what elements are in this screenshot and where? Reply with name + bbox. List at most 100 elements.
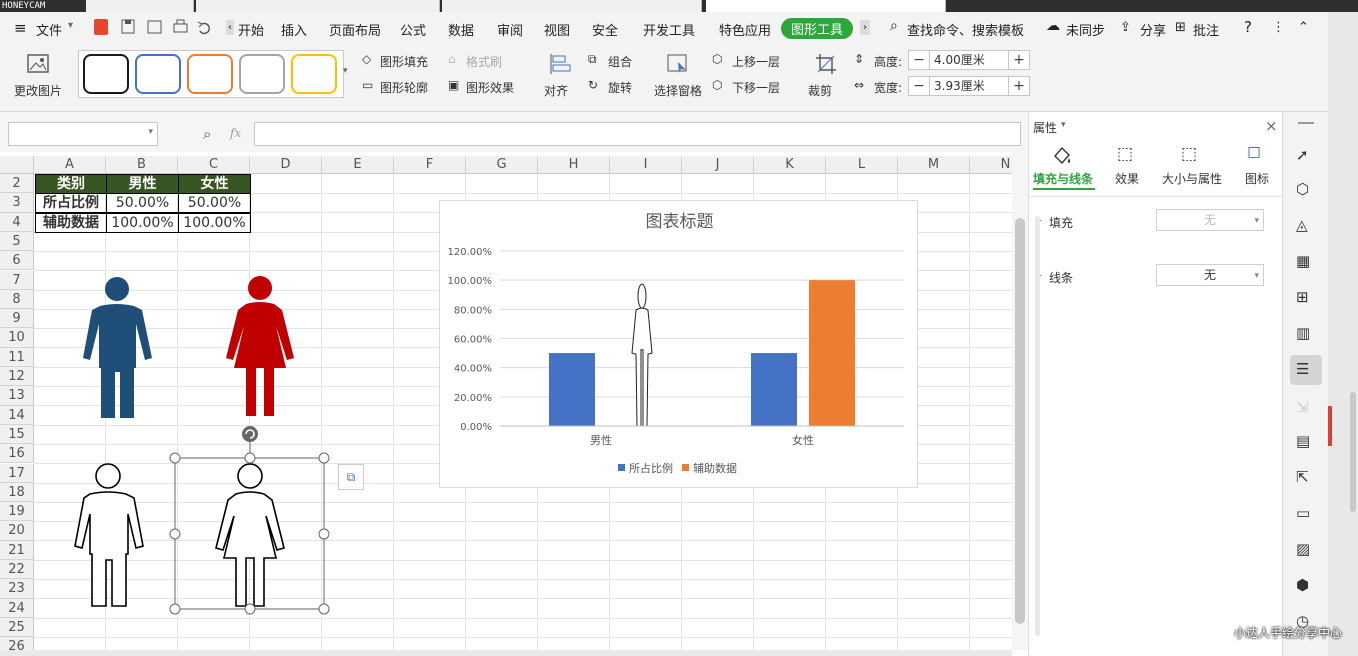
chevron-down-icon[interactable]: ▾ xyxy=(148,127,153,137)
share-button[interactable]: 分享 xyxy=(1140,20,1166,39)
row-header-22[interactable]: 22 xyxy=(0,560,34,580)
height-input[interactable]: 4.00厘米 xyxy=(929,51,1009,69)
layout-options-icon[interactable]: ⧉ xyxy=(338,464,364,490)
tab-effects[interactable]: 效果 xyxy=(1115,170,1139,187)
row-header-20[interactable]: 20 xyxy=(0,521,34,541)
row-header-18[interactable]: 18 xyxy=(0,482,34,503)
row-header-3[interactable]: 3 xyxy=(0,193,34,213)
row-header-5[interactable]: 5 xyxy=(0,231,34,252)
row-header-21[interactable]: 21 xyxy=(0,540,34,560)
help-icon[interactable]: ? xyxy=(1244,18,1252,36)
format-brush-button[interactable]: 格式刷 xyxy=(466,53,502,70)
row-header-24[interactable]: 24 xyxy=(0,598,34,618)
table-cell-c3[interactable]: 50.00% xyxy=(178,193,251,213)
column-header-c[interactable]: C xyxy=(178,156,250,174)
fill-section-label[interactable]: 填充 xyxy=(1049,214,1073,231)
bring-forward-button[interactable]: 上移一层 xyxy=(732,53,780,70)
gallery-icon[interactable]: ▤ xyxy=(1296,432,1316,452)
archive-icon[interactable]: ▭ xyxy=(1296,504,1316,524)
apps-icon[interactable]: ⊞ xyxy=(1296,288,1316,308)
column-header-l[interactable]: L xyxy=(826,156,898,174)
shapes-icon[interactable]: ⬡ xyxy=(1296,180,1316,200)
column-header-g[interactable]: G xyxy=(466,156,538,174)
row-header-25[interactable]: 25 xyxy=(0,617,34,638)
row-header-9[interactable]: 9 xyxy=(0,309,34,329)
tab-data[interactable]: 数据 xyxy=(448,20,474,39)
table-cell-c4[interactable]: 100.00% xyxy=(178,213,251,233)
shape-selection-frame[interactable] xyxy=(168,424,334,616)
crop-button[interactable]: 裁剪 xyxy=(808,82,832,99)
row-header-12[interactable]: 12 xyxy=(0,367,34,387)
scrollbar-thumb[interactable] xyxy=(1015,218,1025,624)
shield-icon[interactable]: ⬢ xyxy=(1296,576,1316,596)
table-cell-b4[interactable]: 100.00% xyxy=(106,213,179,233)
collapse-ribbon-icon[interactable]: ⌃ xyxy=(1298,20,1309,35)
layers-icon[interactable]: ◬ xyxy=(1296,216,1316,236)
row-header-15[interactable]: 15 xyxy=(0,424,34,445)
sync-status[interactable]: 未同步 xyxy=(1066,20,1105,39)
shape-style-2[interactable] xyxy=(135,54,181,94)
row-header-2[interactable]: 2 xyxy=(0,174,34,194)
tab-security[interactable]: 安全 xyxy=(592,20,618,39)
male-figure-filled[interactable] xyxy=(82,276,154,422)
gallery-more-icon[interactable]: ▾ xyxy=(343,66,348,76)
panel-scrollbar[interactable] xyxy=(1035,216,1040,636)
column-header-i[interactable]: I xyxy=(610,156,682,174)
row-header-17[interactable]: 17 xyxy=(0,463,34,483)
chart-area[interactable]: 图表标题 0.00% 20.00% 40.00% 60.00% 80.00% 100.00%… xyxy=(439,200,918,488)
width-stepper[interactable]: − 3.93厘米 + xyxy=(908,76,1030,96)
column-header-e[interactable]: E xyxy=(322,156,394,174)
row-header-7[interactable]: 7 xyxy=(0,270,34,290)
document-tab[interactable] xyxy=(86,0,194,12)
table-icon[interactable]: ▦ xyxy=(1296,252,1316,272)
table-header-female[interactable]: 女性 xyxy=(178,174,251,194)
width-input[interactable]: 3.93厘米 xyxy=(929,77,1009,95)
row-header-14[interactable]: 14 xyxy=(0,405,34,425)
select-all-corner[interactable] xyxy=(0,156,34,174)
group-button[interactable]: 组合 xyxy=(608,53,632,70)
row-header-11[interactable]: 11 xyxy=(0,347,34,367)
height-stepper[interactable]: − 4.00厘米 + xyxy=(908,50,1030,70)
row-header-8[interactable]: 8 xyxy=(0,289,34,310)
shape-fill-button[interactable]: 图形填充 xyxy=(380,53,428,70)
row-header-4[interactable]: 4 xyxy=(0,212,34,232)
tab-review[interactable]: 审阅 xyxy=(497,20,523,39)
table-cell-a3[interactable]: 所占比例 xyxy=(35,193,107,213)
column-header-a[interactable]: A xyxy=(34,156,106,174)
drag-handle[interactable] xyxy=(1298,122,1314,124)
more-icon[interactable]: ⋮ xyxy=(1272,20,1285,35)
row-header-19[interactable]: 19 xyxy=(0,502,34,522)
table-cell-b3[interactable]: 50.00% xyxy=(106,193,179,213)
tab-page-layout[interactable]: 页面布局 xyxy=(329,20,381,39)
column-header-m[interactable]: M xyxy=(898,156,970,174)
tab-size-properties[interactable]: 大小与属性 xyxy=(1162,170,1222,187)
tab-shape-tools[interactable]: 图形工具 xyxy=(781,18,854,39)
image-icon[interactable]: ▨ xyxy=(1296,540,1316,560)
fill-dropdown[interactable]: 无 ▾ xyxy=(1156,209,1264,231)
column-header-j[interactable]: J xyxy=(682,156,754,174)
male-figure-outline[interactable] xyxy=(72,462,146,610)
vertical-scrollbar[interactable] xyxy=(1012,152,1028,650)
column-header-d[interactable]: D xyxy=(250,156,322,174)
document-tab[interactable] xyxy=(196,0,440,12)
zoom-formula-icon[interactable]: ⌕ xyxy=(203,125,211,143)
row-header-6[interactable]: 6 xyxy=(0,251,34,271)
chevron-down-icon[interactable]: ▾ xyxy=(68,20,73,31)
shape-style-5[interactable] xyxy=(291,54,337,94)
row-header-23[interactable]: 23 xyxy=(0,579,34,599)
tab-icons[interactable]: 图标 xyxy=(1245,170,1269,187)
row-header-16[interactable]: 16 xyxy=(0,444,34,464)
scroll-tabs-left[interactable]: ‹ xyxy=(226,20,234,35)
tab-view[interactable]: 视图 xyxy=(544,20,570,39)
decrement-icon[interactable]: − xyxy=(909,77,929,95)
column-header-f[interactable]: F xyxy=(394,156,466,174)
female-figure-filled[interactable] xyxy=(224,274,296,420)
chevron-down-icon[interactable]: ▾ xyxy=(1254,211,1259,231)
shape-outline-button[interactable]: 图形轮廓 xyxy=(380,79,428,96)
row-header-26[interactable]: 26 xyxy=(0,637,34,650)
sliders-icon[interactable]: ☰ xyxy=(1296,360,1316,380)
rotate-button[interactable]: 旋转 xyxy=(608,79,632,96)
selection-pane-button[interactable]: 选择窗格 xyxy=(654,82,702,99)
cursor-icon[interactable]: ➚ xyxy=(1296,146,1316,166)
table-header-category[interactable]: 类别 xyxy=(35,174,107,194)
